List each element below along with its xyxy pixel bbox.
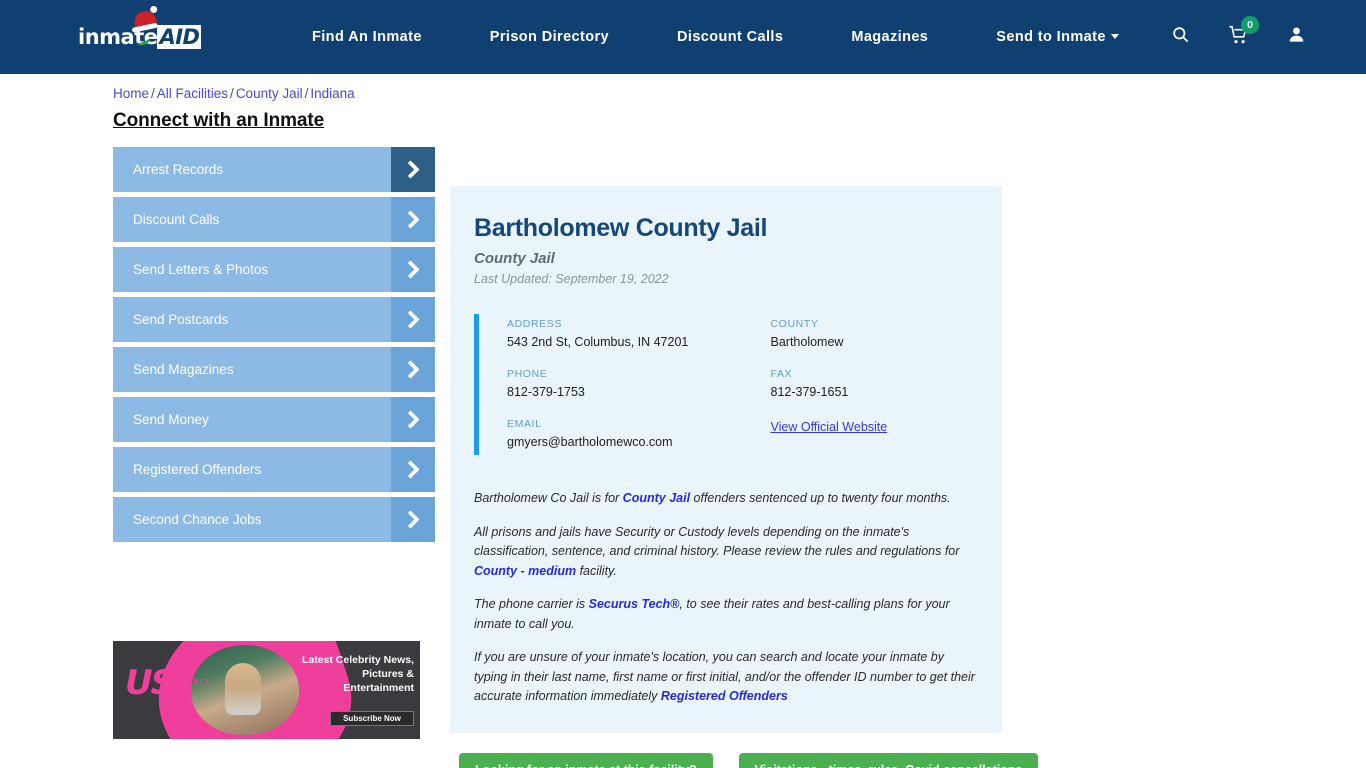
sidebar-item-label: Second Chance Jobs — [133, 512, 262, 527]
nav-item-magazines[interactable]: Magazines — [817, 29, 962, 45]
nav-item-discount-calls[interactable]: Discount Calls — [643, 29, 817, 45]
sidebar-item-label: Discount Calls — [133, 212, 220, 227]
sidebar: Connect with an Inmate Arrest Records Di… — [113, 110, 435, 547]
chevron-right-icon — [391, 197, 435, 242]
chevron-right-icon — [391, 147, 435, 192]
nav-item-find-an-inmate[interactable]: Find An Inmate — [278, 29, 456, 45]
advertisement-banner[interactable]: USWEEKLY Latest Celebrity News, Pictures… — [113, 641, 420, 739]
chevron-right-icon — [391, 497, 435, 542]
facility-description: Bartholomew Co Jail is for County Jail o… — [474, 489, 978, 707]
fax-value: 812-379-1651 — [770, 385, 849, 399]
page-title: Bartholomew County Jail — [474, 214, 768, 242]
main-content: Bartholomew County Jail County Jail Last… — [450, 186, 1039, 768]
view-official-website-link[interactable]: View Official Website — [771, 420, 888, 434]
email-value: gmyers@bartholomewco.com — [507, 435, 673, 449]
sidebar-item-discount-calls[interactable]: Discount Calls — [113, 197, 435, 242]
breadcrumb-separator: / — [230, 86, 234, 101]
nav-item-send-to-inmate[interactable]: Send to Inmate — [962, 29, 1153, 45]
sidebar-item-label: Registered Offenders — [133, 462, 262, 477]
chevron-right-icon — [391, 447, 435, 492]
address-value: 543 2nd St, Columbus, IN 47201 — [507, 335, 689, 349]
santa-hat-icon — [132, 8, 158, 30]
search-icon[interactable] — [1171, 25, 1190, 49]
sidebar-item-label: Send Letters & Photos — [133, 262, 269, 277]
sidebar-item-arrest-records[interactable]: Arrest Records — [113, 147, 435, 192]
page-body: Home / All Facilities / County Jail / Indiana … — [0, 74, 1366, 768]
description-paragraph-1: Bartholomew Co Jail is for County Jail o… — [474, 491, 951, 505]
visitations-button[interactable]: Visitations - times, rules, Covid cancel… — [738, 752, 1039, 768]
ad-brand-logo: USWEEKLY — [125, 663, 211, 703]
sidebar-item-label: Send Magazines — [133, 362, 234, 377]
sidebar-item-send-money[interactable]: Send Money — [113, 397, 435, 442]
registered-offenders-link[interactable]: Registered Offenders — [661, 689, 788, 703]
contact-info-right-column: COUNTY Bartholomew FAX 812-379-1651 View… — [743, 318, 979, 449]
email-group: EMAIL gmyers@bartholomewco.com — [507, 418, 743, 449]
cart-icon[interactable]: 0 — [1228, 15, 1259, 50]
ad-headline: Latest Celebrity News, Pictures & Entert… — [301, 654, 414, 694]
site-header: inmateAID Find An Inmate Prison Director… — [0, 0, 1366, 74]
chevron-down-icon — [1110, 34, 1119, 39]
description-paragraph-4: If you are unsure of your inmate's locat… — [474, 650, 975, 703]
user-icon[interactable] — [1287, 25, 1306, 49]
sidebar-item-send-letters-photos[interactable]: Send Letters & Photos — [113, 247, 435, 292]
sidebar-item-registered-offenders[interactable]: Registered Offenders — [113, 447, 435, 492]
address-label: ADDRESS — [507, 318, 562, 330]
breadcrumb-item-home[interactable]: Home — [113, 86, 149, 101]
sidebar-item-label: Send Postcards — [133, 312, 229, 327]
sidebar-item-send-magazines[interactable]: Send Magazines — [113, 347, 435, 392]
breadcrumb: Home / All Facilities / County Jail / Indiana — [113, 86, 355, 101]
county-group: COUNTY Bartholomew — [771, 318, 979, 349]
fax-label: FAX — [770, 368, 793, 380]
county-label: COUNTY — [770, 318, 819, 330]
site-logo[interactable]: inmateAID — [78, 8, 202, 57]
county-jail-link[interactable]: County Jail — [623, 491, 690, 505]
chevron-right-icon — [391, 347, 435, 392]
facility-info-panel: Bartholomew County Jail County Jail Last… — [450, 186, 1002, 733]
cta-button-row: Looking for an inmate at this facility? … — [450, 752, 1039, 768]
county-medium-link[interactable]: County - medium — [474, 564, 576, 578]
ad-subscribe-button[interactable]: Subscribe Now — [330, 711, 414, 726]
breadcrumb-separator: / — [304, 86, 309, 101]
nav-item-prison-directory[interactable]: Prison Directory — [456, 29, 643, 45]
securus-tech-link[interactable]: Securus Tech® — [589, 597, 680, 611]
chevron-right-icon — [391, 247, 435, 292]
county-value: Bartholomew — [770, 335, 844, 349]
breadcrumb-item-county-jail[interactable]: County Jail — [236, 86, 303, 101]
sidebar-item-second-chance-jobs[interactable]: Second Chance Jobs — [113, 497, 435, 542]
find-inmate-button[interactable]: Looking for an inmate at this facility? — [459, 752, 713, 768]
website-group: View Official Website — [771, 418, 979, 436]
contact-info-left-column: ADDRESS 543 2nd St, Columbus, IN 47201 P… — [507, 318, 743, 449]
breadcrumb-item-indiana[interactable]: Indiana — [310, 86, 354, 101]
header-icon-group: 0 — [1171, 15, 1306, 50]
main-navigation: Find An Inmate Prison Directory Discount… — [278, 29, 1153, 45]
description-paragraph-2: All prisons and jails have Security or C… — [474, 524, 960, 578]
sidebar-item-label: Arrest Records — [133, 162, 224, 177]
facility-type: County Jail — [474, 250, 555, 267]
phone-label: PHONE — [507, 368, 548, 380]
breadcrumb-separator: / — [151, 86, 155, 101]
sidebar-item-label: Send Money — [133, 412, 209, 427]
sidebar-item-send-postcards[interactable]: Send Postcards — [113, 297, 435, 342]
breadcrumb-item-all-facilities[interactable]: All Facilities — [157, 86, 228, 101]
description-paragraph-3: The phone carrier is Securus Tech®, to s… — [474, 597, 950, 631]
chevron-right-icon — [391, 397, 435, 442]
email-label: EMAIL — [507, 418, 542, 430]
contact-info-block: ADDRESS 543 2nd St, Columbus, IN 47201 P… — [474, 314, 978, 455]
last-updated-text: Last Updated: September 19, 2022 — [474, 272, 669, 286]
fax-group: FAX 812-379-1651 — [771, 368, 979, 399]
cart-count-badge: 0 — [1241, 15, 1259, 34]
chevron-right-icon — [391, 297, 435, 342]
phone-value: 812-379-1753 — [507, 385, 585, 399]
address-group: ADDRESS 543 2nd St, Columbus, IN 47201 — [507, 318, 743, 349]
sidebar-title: Connect with an Inmate — [113, 110, 325, 131]
phone-group: PHONE 812-379-1753 — [507, 368, 743, 399]
